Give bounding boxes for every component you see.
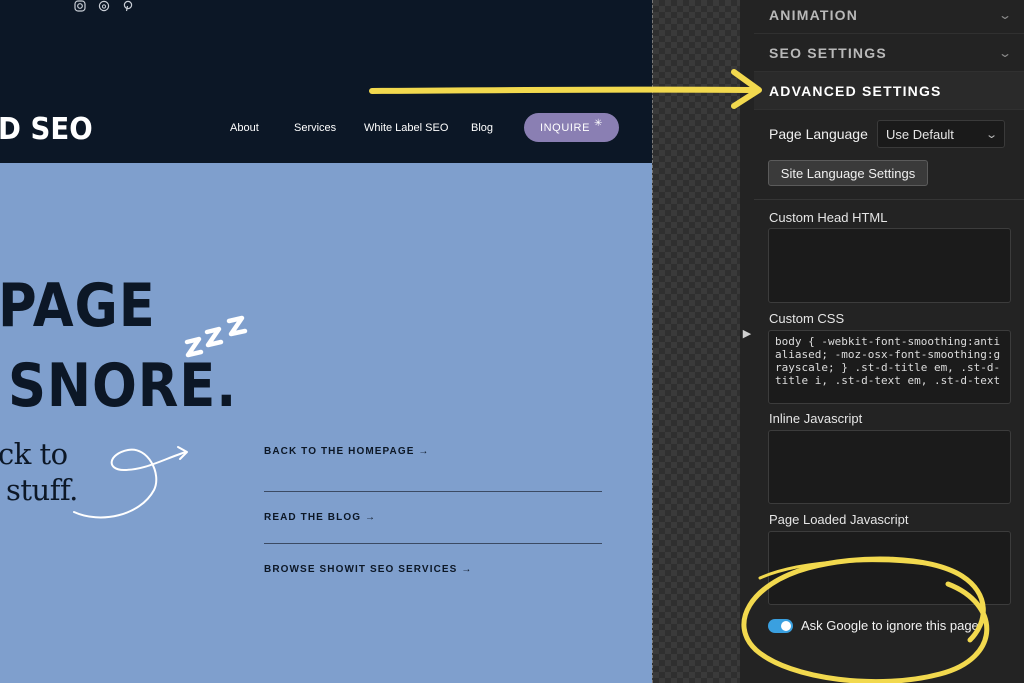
chevron-down-icon: ⌄ xyxy=(997,45,1013,60)
custom-head-html-label: Custom Head HTML xyxy=(769,210,888,225)
chevron-down-icon: ⌄ xyxy=(984,128,998,141)
custom-css-label: Custom CSS xyxy=(769,311,845,326)
section-advanced-label: ADVANCED SETTINGS xyxy=(769,82,942,99)
hero-script-line1: ck to xyxy=(0,437,68,471)
page-language-value: Use Default xyxy=(886,126,954,142)
nav-about[interactable]: About xyxy=(230,122,259,134)
pinterest-icon[interactable] xyxy=(122,0,134,12)
page-language-label: Page Language xyxy=(769,126,868,142)
threads-icon[interactable] xyxy=(98,0,110,12)
ignore-page-toggle-row[interactable]: Ask Google to ignore this page xyxy=(768,618,979,633)
inquire-label: INQUIRE xyxy=(539,121,591,134)
link-browse-seo-services[interactable]: BROWSE SHOWIT SEO SERVICES → xyxy=(264,544,602,596)
website-preview: D SEO About Services White Label SEO Blo… xyxy=(0,0,652,683)
custom-css-input[interactable]: body { -webkit-font-smoothing:antialiase… xyxy=(768,330,1011,404)
instagram-icon[interactable] xyxy=(74,0,86,12)
site-header: D SEO About Services White Label SEO Blo… xyxy=(0,0,652,163)
custom-head-html-input[interactable] xyxy=(768,228,1011,303)
inline-javascript-label: Inline Javascript xyxy=(769,411,863,426)
section-seo-label: SEO SETTINGS xyxy=(769,44,887,61)
section-advanced-settings[interactable]: ADVANCED SETTINGS xyxy=(754,72,1024,110)
site-brand-logo[interactable]: D SEO xyxy=(0,112,93,147)
collapse-panel-caret-icon[interactable]: ▶ xyxy=(740,324,754,342)
section-animation-label: ANIMATION xyxy=(769,6,859,23)
nav-blog[interactable]: Blog xyxy=(471,122,493,134)
hero-script-line2: stuff. xyxy=(6,473,78,507)
site-language-settings-button[interactable]: Site Language Settings xyxy=(768,160,928,186)
ignore-page-toggle[interactable] xyxy=(768,618,793,633)
section-seo-settings[interactable]: SEO SETTINGS ⌄ xyxy=(754,34,1024,72)
link-back-homepage[interactable]: BACK TO THE HOMEPAGE → xyxy=(264,440,602,492)
hero-links: BACK TO THE HOMEPAGE → READ THE BLOG → B… xyxy=(264,440,602,596)
toggle-knob xyxy=(781,620,791,631)
inquire-button[interactable]: INQUIRE ✳ xyxy=(524,113,619,142)
hero-headline-line2: SNORE. xyxy=(8,351,238,421)
page-loaded-javascript-input[interactable] xyxy=(768,531,1011,605)
sparkle-icon: ✳ xyxy=(594,118,604,129)
inline-javascript-input[interactable] xyxy=(768,430,1011,504)
nav-white-label-seo[interactable]: White Label SEO xyxy=(364,122,448,134)
site-hero xyxy=(0,163,652,683)
page-language-select[interactable]: Use Default ⌄ xyxy=(877,120,1005,148)
social-icons xyxy=(74,0,134,12)
section-animation[interactable]: ANIMATION ⌄ xyxy=(754,0,1024,34)
hero-headline-line1: PAGE xyxy=(0,271,156,341)
ignore-page-toggle-label: Ask Google to ignore this page xyxy=(801,618,979,633)
chevron-down-icon: ⌄ xyxy=(997,7,1013,22)
canvas-background xyxy=(652,0,740,683)
divider xyxy=(754,199,1024,200)
nav-services[interactable]: Services xyxy=(294,122,336,134)
swirl-arrow-icon xyxy=(73,446,188,519)
page-loaded-javascript-label: Page Loaded Javascript xyxy=(769,512,909,527)
link-read-blog[interactable]: READ THE BLOG → xyxy=(264,492,602,544)
zzz-doodle-icon xyxy=(184,315,248,358)
